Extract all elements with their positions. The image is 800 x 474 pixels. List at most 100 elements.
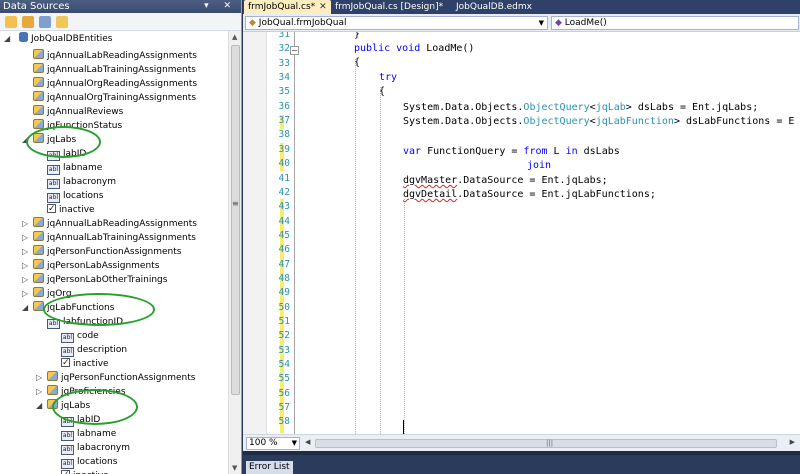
tree-node[interactable]: abl labfunctionID bbox=[47, 315, 123, 329]
tab-frmjobqual-cs[interactable]: frmJobQual.cs* ✕ bbox=[244, 0, 331, 14]
tree-node[interactable]: jqAnnualReviews bbox=[33, 105, 123, 119]
tree-node[interactable]: jqAnnualLabTrainingAssignments bbox=[33, 63, 196, 77]
field-icon: abl bbox=[61, 417, 74, 427]
chevron-down-icon: ▼ bbox=[538, 19, 544, 27]
code-line-32[interactable]: public void LoadMe() bbox=[354, 42, 474, 56]
tree-node[interactable]: jqAnnualOrgTrainingAssignments bbox=[33, 91, 196, 105]
collapse-icon[interactable]: ◢ bbox=[22, 133, 28, 147]
tree-node[interactable]: abl description bbox=[61, 343, 127, 357]
entity-icon bbox=[47, 385, 58, 395]
scroll-right-icon[interactable]: ▶ bbox=[790, 438, 795, 446]
tree-node[interactable]: ▷ jqAnnualLabReadingAssignments bbox=[22, 217, 197, 231]
scroll-up-icon[interactable]: ▲ bbox=[232, 33, 237, 41]
tree-node[interactable]: abl labacronym bbox=[61, 441, 130, 455]
chevron-down-icon: ▼ bbox=[291, 439, 297, 447]
scrollbar-thumb[interactable]: ||| bbox=[315, 439, 777, 448]
scrollbar-thumb[interactable] bbox=[231, 45, 240, 395]
expand-icon[interactable]: ▷ bbox=[22, 231, 28, 245]
tree-node[interactable]: jqFunctionStatus bbox=[33, 119, 122, 133]
horizontal-scrollbar[interactable]: ◀ ||| ▶ bbox=[305, 438, 795, 448]
tree-node[interactable]: abl locations bbox=[61, 455, 117, 469]
tree-node[interactable]: ▷ jqAnnualLabTrainingAssignments bbox=[22, 231, 196, 245]
scroll-down-icon[interactable]: ▼ bbox=[232, 464, 237, 472]
tree-node-label: jqAnnualOrgReadingAssignments bbox=[47, 79, 198, 89]
entity-icon bbox=[33, 49, 44, 59]
code-line-40[interactable]: join bbox=[527, 159, 551, 173]
tree-node[interactable]: inactive bbox=[61, 468, 109, 474]
expand-icon[interactable]: ▷ bbox=[36, 385, 42, 399]
collapse-icon[interactable]: ◢ bbox=[4, 32, 10, 46]
expand-icon[interactable]: ▷ bbox=[22, 259, 28, 273]
tree-node[interactable]: abl labacronym bbox=[47, 175, 116, 189]
line-number: 45 bbox=[278, 229, 290, 241]
tree-node-label: labname bbox=[77, 429, 117, 439]
tree-node[interactable]: jqAnnualOrgReadingAssignments bbox=[33, 77, 197, 91]
code-line-35[interactable]: { bbox=[379, 85, 385, 99]
tree-node[interactable]: abl locations bbox=[47, 189, 103, 203]
expand-icon[interactable]: ▷ bbox=[22, 273, 28, 287]
tree-node-label: code bbox=[77, 331, 99, 341]
indent-guide bbox=[380, 87, 381, 434]
line-number: 38 bbox=[278, 129, 290, 141]
collapse-icon[interactable]: ◢ bbox=[22, 301, 28, 315]
code-line-31[interactable]: } bbox=[354, 32, 360, 42]
tree-node-label: locations bbox=[77, 457, 118, 467]
refresh-icon[interactable] bbox=[56, 16, 68, 28]
code-line-37[interactable]: System.Data.Objects.ObjectQuery<jqLabFun… bbox=[403, 115, 794, 129]
tree-node-label: jqOrg bbox=[47, 289, 72, 299]
panel-window-buttons[interactable]: ▾ ✕ bbox=[204, 0, 237, 13]
expand-icon[interactable]: ▷ bbox=[36, 371, 42, 385]
error-list-tab[interactable]: Error List bbox=[246, 461, 293, 474]
edit-dataset-icon[interactable] bbox=[22, 16, 34, 28]
tree-node[interactable]: abl code bbox=[61, 329, 99, 343]
tree-node[interactable]: ◢ jqLabs bbox=[36, 399, 90, 413]
tree-node[interactable]: ▷ jqPersonFunctionAssignments bbox=[22, 245, 181, 259]
tree-node-label: jqAnnualLabReadingAssignments bbox=[47, 51, 197, 61]
tree-node[interactable]: abl labID bbox=[61, 413, 100, 427]
tree-node[interactable]: ▷ jqPersonFunctionAssignments bbox=[36, 371, 196, 385]
tree-node[interactable]: inactive bbox=[61, 356, 109, 371]
tree-node[interactable]: ◢ jqLabFunctions bbox=[22, 301, 114, 315]
tree-node[interactable]: jqAnnualLabReadingAssignments bbox=[33, 49, 197, 63]
tree-node-label: jqPersonFunctionAssignments bbox=[61, 373, 196, 383]
collapse-icon[interactable]: ◢ bbox=[36, 399, 42, 413]
navigation-bar: ◆ JobQual.frmJobQual ▼ ◆ LoadMe() bbox=[243, 14, 800, 32]
tree-node[interactable]: abl labname bbox=[47, 161, 102, 175]
add-data-source-icon[interactable] bbox=[5, 16, 17, 28]
indent-guide bbox=[355, 59, 356, 434]
code-line-39[interactable]: var FunctionQuery = from L in dsLabs bbox=[403, 145, 620, 159]
configure-dataset-icon[interactable] bbox=[39, 16, 51, 28]
close-tab-icon[interactable]: ✕ bbox=[319, 2, 327, 12]
member-dropdown[interactable]: ◆ LoadMe() bbox=[551, 16, 799, 30]
tree-node[interactable]: ▷ jqPersonLabOtherTrainings bbox=[22, 273, 167, 287]
tree-vertical-scrollbar[interactable]: ▲ ≡ ▼ bbox=[228, 31, 241, 474]
zoom-dropdown[interactable]: 100 % ▼ bbox=[246, 437, 300, 450]
tree-node[interactable]: ▷ jqProficiencies bbox=[36, 385, 126, 399]
field-icon: abl bbox=[47, 319, 60, 329]
class-dropdown[interactable]: ◆ JobQual.frmJobQual ▼ bbox=[245, 16, 548, 30]
checkbox-icon bbox=[47, 202, 56, 216]
tree-node[interactable]: abl labname bbox=[61, 427, 116, 441]
code-line-41[interactable]: dgvMaster.DataSource = Ent.jqLabs; bbox=[403, 174, 608, 188]
tree-node[interactable]: ▷ jqPersonLabAssignments bbox=[22, 259, 159, 273]
code-editor[interactable]: − } public void LoadMe() { try { System.… bbox=[243, 32, 800, 434]
collapse-outline-icon[interactable]: − bbox=[290, 46, 299, 55]
tree-node[interactable]: ▷ jqOrg bbox=[22, 287, 72, 301]
expand-icon[interactable]: ▷ bbox=[22, 245, 28, 259]
scroll-left-icon[interactable]: ◀ bbox=[305, 438, 310, 446]
entity-icon bbox=[33, 273, 44, 283]
entity-icon bbox=[33, 119, 44, 129]
tree-root[interactable]: ◢ JobQualDBEntities bbox=[4, 32, 112, 46]
code-line-36[interactable]: System.Data.Objects.ObjectQuery<jqLab> d… bbox=[403, 101, 758, 115]
tab-frmjobqual-design[interactable]: frmJobQual.cs [Design]* bbox=[331, 0, 447, 14]
tree-node[interactable]: abl labID bbox=[47, 147, 86, 161]
expand-icon[interactable]: ▷ bbox=[22, 217, 28, 231]
expand-icon[interactable]: ▷ bbox=[22, 287, 28, 301]
tab-jobqualdb-edmx[interactable]: JobQualDB.edmx bbox=[452, 0, 536, 14]
tree-node[interactable]: ◢ jqLabs bbox=[22, 133, 76, 147]
code-line-34[interactable]: try bbox=[379, 71, 397, 85]
code-line-33[interactable]: { bbox=[354, 56, 360, 70]
tree-node[interactable]: inactive bbox=[47, 202, 95, 217]
code-line-42[interactable]: dgvDetail.DataSource = Ent.jqLabFunction… bbox=[403, 188, 656, 202]
entity-icon bbox=[33, 259, 44, 269]
